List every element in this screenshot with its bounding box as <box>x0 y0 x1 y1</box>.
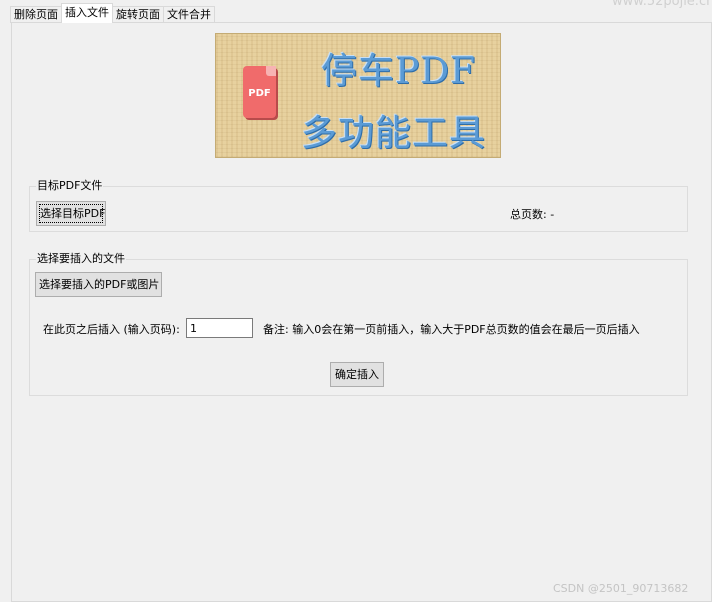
insert-page-input[interactable] <box>186 318 253 338</box>
insert-note: 备注: 输入0会在第一页前插入，输入大于PDF总页数的值会在最后一页后插入 <box>263 323 640 336</box>
target-pdf-group-title: 目标PDF文件 <box>36 179 104 193</box>
pdf-file-icon: PDF <box>243 66 276 118</box>
tab-merge-files[interactable]: 文件合并 <box>163 6 215 23</box>
insert-file-group-title: 选择要插入的文件 <box>36 252 126 266</box>
app-banner: PDF 停车PDF 多功能工具 <box>215 33 501 158</box>
tab-bar: 删除页面 插入文件 旋转页面 文件合并 <box>10 3 215 23</box>
select-insert-file-button[interactable]: 选择要插入的PDF或图片 <box>35 272 162 297</box>
total-pages-label: 总页数: - <box>510 208 555 221</box>
watermark-bottom: CSDN @2501_90713682 <box>553 582 689 595</box>
pdf-icon-label: PDF <box>248 88 271 99</box>
select-target-pdf-button[interactable]: 选择目标PDF <box>36 201 106 226</box>
tab-insert-file[interactable]: 插入文件 <box>61 3 113 23</box>
target-pdf-group: 目标PDF文件 选择目标PDF 总页数: - <box>29 179 688 232</box>
insert-after-page-label: 在此页之后插入 (输入页码): <box>43 323 180 336</box>
insert-file-group: 选择要插入的文件 选择要插入的PDF或图片 在此页之后插入 (输入页码): 备注… <box>29 252 688 396</box>
confirm-insert-button[interactable]: 确定插入 <box>330 362 384 387</box>
banner-subtitle: 多功能工具 <box>301 113 487 154</box>
watermark-top: www.52pojie.cn <box>612 0 712 9</box>
banner-title: 停车PDF <box>321 51 477 92</box>
tab-rotate-pages[interactable]: 旋转页面 <box>112 6 164 23</box>
tab-delete-pages[interactable]: 删除页面 <box>10 6 62 23</box>
